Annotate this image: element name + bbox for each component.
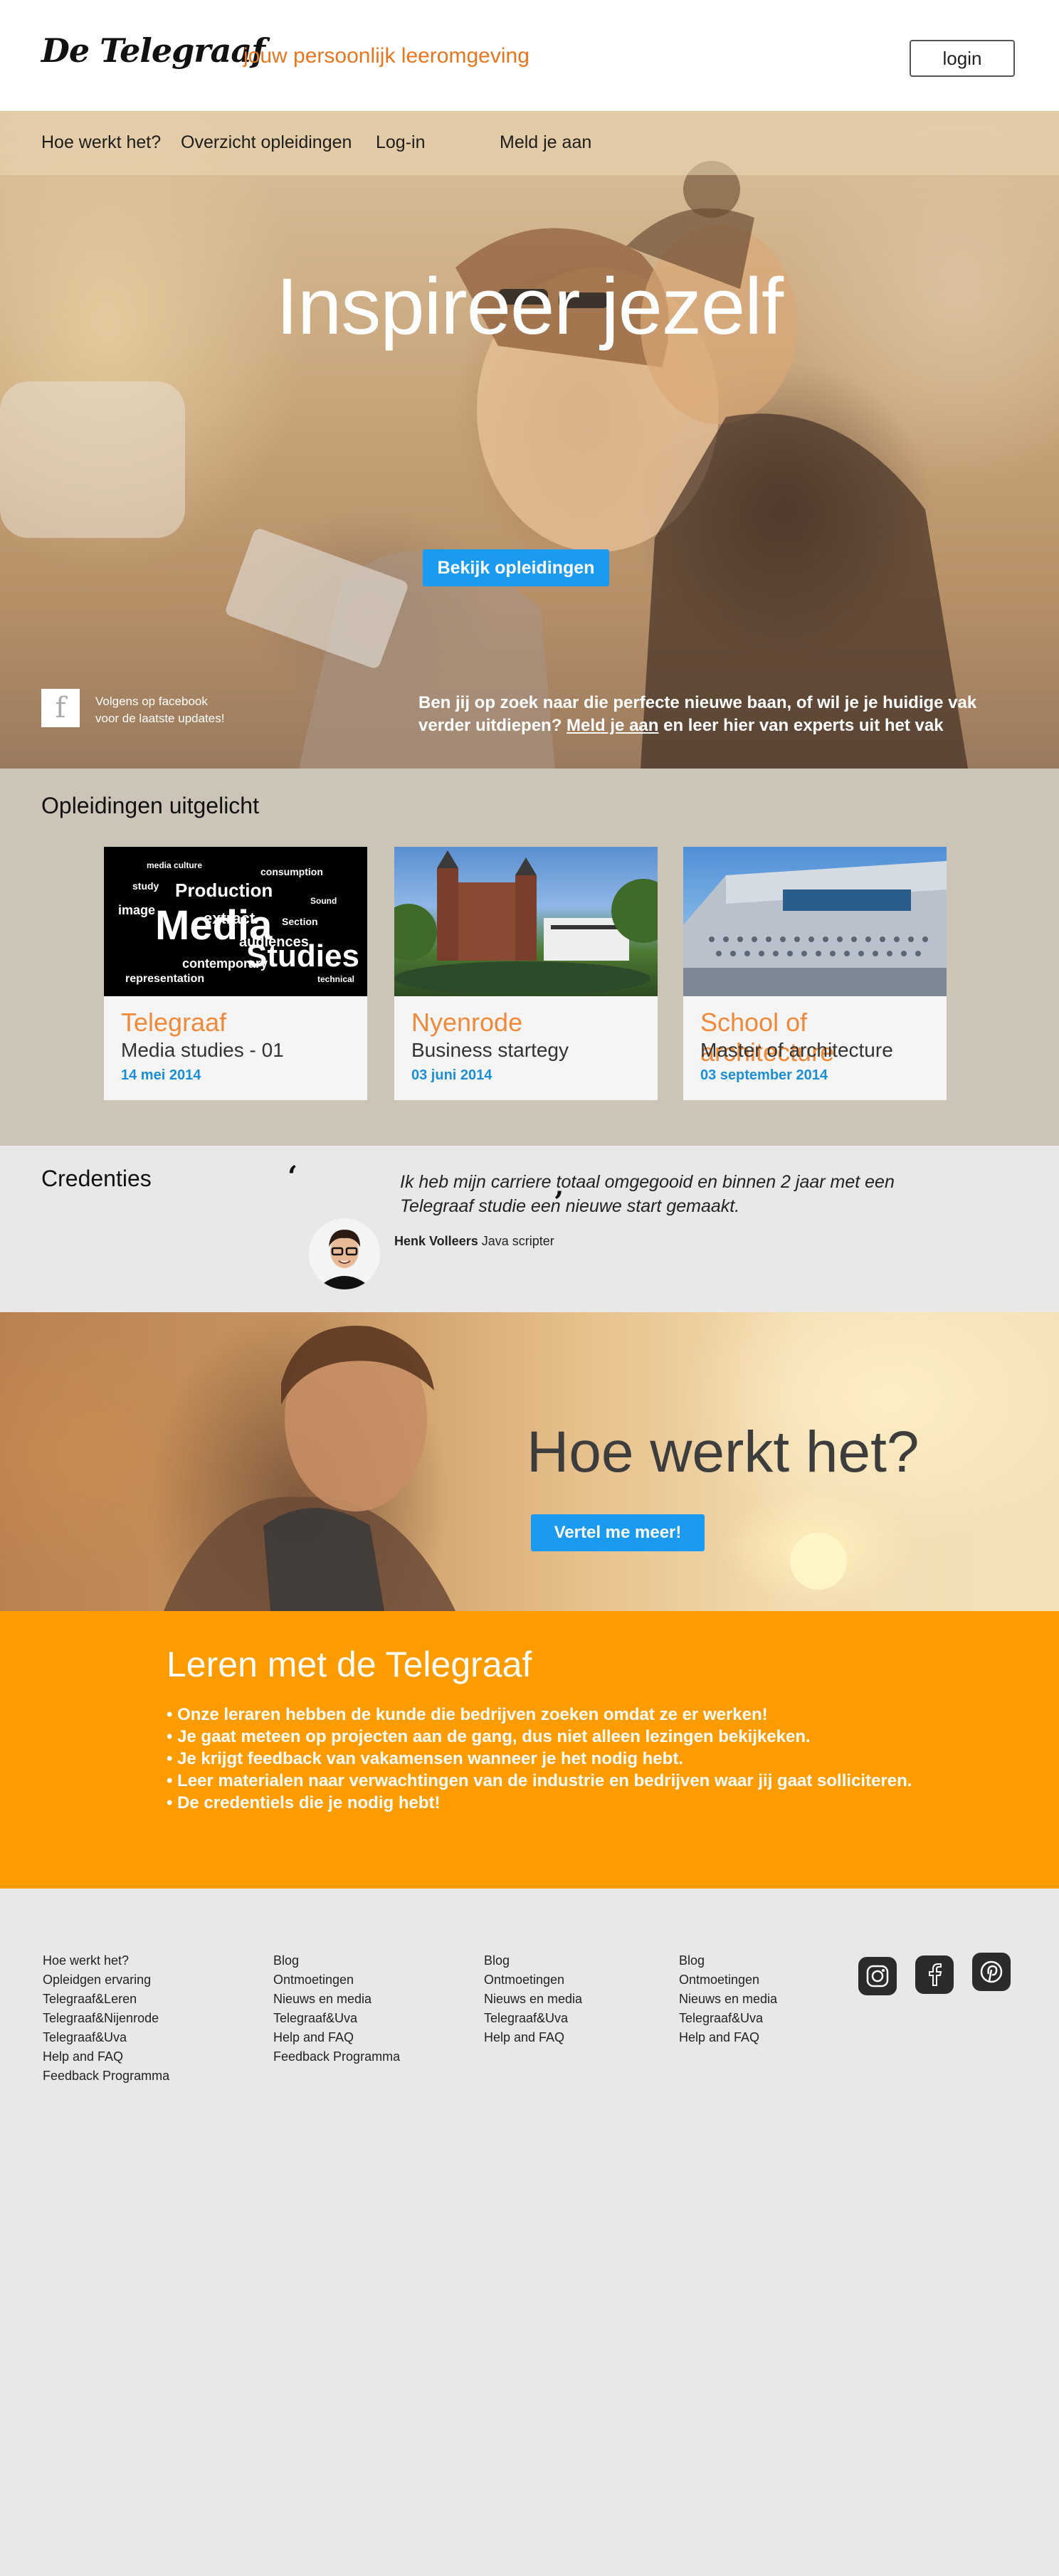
course-card[interactable]: Nyenrode Business startegy 03 juni 2014 bbox=[394, 847, 658, 1100]
tell-me-more-button[interactable]: Vertel me meer! bbox=[531, 1514, 705, 1551]
card-course: Master of architecture bbox=[700, 1039, 893, 1061]
nav-item-hoe-werkt-het[interactable]: Hoe werkt het? bbox=[41, 132, 161, 153]
castle-image bbox=[394, 847, 658, 996]
person-name: Henk Volleers bbox=[394, 1234, 478, 1248]
svg-text:technical: technical bbox=[317, 974, 354, 984]
footer-link[interactable]: Ontmoetingen bbox=[679, 1970, 777, 1990]
facebook-icon[interactable]: f bbox=[41, 689, 80, 727]
footer-link[interactable]: Feedback Programma bbox=[273, 2047, 400, 2066]
facebook-line-1: Volgens op facebook bbox=[95, 695, 208, 708]
svg-text:Section: Section bbox=[282, 916, 318, 927]
view-courses-button[interactable]: Bekijk opleidingen bbox=[423, 549, 609, 586]
facebook-icon[interactable] bbox=[915, 1955, 954, 1994]
credentials-section: Credenties ‘ Ik heb mijn carriere totaal… bbox=[0, 1146, 1059, 1312]
svg-text:image: image bbox=[118, 903, 155, 917]
footer-column-3: Blog Ontmoetingen Nieuws en media Telegr… bbox=[484, 1951, 582, 2047]
footer-column-1: Hoe werkt het? Opleidgen ervaring Telegr… bbox=[43, 1951, 169, 2086]
nav-item-log-in[interactable]: Log-in bbox=[376, 132, 426, 153]
hero-promo-text: Ben jij op zoek naar die perfecte nieuwe… bbox=[418, 692, 1031, 737]
footer-link[interactable]: Help and FAQ bbox=[679, 2028, 777, 2047]
footer-link[interactable]: Telegraaf&Leren bbox=[43, 1990, 169, 2009]
tagline: jouw persoonlijk leeromgeving bbox=[243, 44, 530, 68]
svg-text:audiences: audiences bbox=[239, 934, 309, 950]
nav-item-meld-je-aan[interactable]: Meld je aan bbox=[500, 132, 591, 153]
facebook-follow-text: Volgens op facebook voor de laatste upda… bbox=[95, 693, 252, 727]
list-item: • De credentiels die je nodig hebt! bbox=[167, 1793, 441, 1812]
hero-title: Inspireer jezelf bbox=[275, 262, 784, 351]
building-image bbox=[683, 847, 947, 996]
card-date: 03 juni 2014 bbox=[411, 1067, 492, 1083]
site-logo[interactable]: De Telegraaf bbox=[41, 31, 265, 70]
credentials-title: Credenties bbox=[41, 1166, 152, 1191]
signup-link[interactable]: Meld je aan bbox=[567, 716, 658, 735]
card-course: Media studies - 01 bbox=[121, 1039, 284, 1061]
list-item: • Onze leraren hebben de kunde die bedri… bbox=[167, 1705, 768, 1724]
footer-link[interactable]: Nieuws en media bbox=[484, 1990, 582, 2009]
how-it-works-section: Hoe werkt het? Vertel me meer! bbox=[0, 1312, 1059, 1611]
footer-column-2: Blog Ontmoetingen Nieuws en media Telegr… bbox=[273, 1951, 400, 2066]
footer-link[interactable]: Help and FAQ bbox=[273, 2028, 400, 2047]
close-quote-icon: ’ bbox=[554, 1186, 564, 1219]
footer-link[interactable]: Help and FAQ bbox=[43, 2047, 169, 2066]
card-date: 03 september 2014 bbox=[700, 1067, 828, 1083]
footer-link[interactable]: Feedback Programma bbox=[43, 2066, 169, 2086]
svg-text:extract: extract bbox=[204, 909, 255, 927]
site-header: De Telegraaf jouw persoonlijk leeromgevi… bbox=[0, 0, 1059, 111]
footer-link[interactable]: Telegraaf&Nijenrode bbox=[43, 2009, 169, 2028]
svg-text:representation: representation bbox=[125, 973, 204, 985]
hero-section: Hoe werkt het? Overzicht opleidingen Log… bbox=[0, 111, 1059, 769]
hero-photo bbox=[0, 161, 968, 769]
learn-section: Leren met de Telegraaf • Onze leraren he… bbox=[0, 1611, 1059, 1889]
footer-link[interactable]: Telegraaf&Uva bbox=[484, 2009, 582, 2028]
featured-title: Opleidingen uitgelicht bbox=[41, 793, 259, 818]
nav-item-overzicht-opleidingen[interactable]: Overzicht opleidingen bbox=[181, 132, 352, 153]
list-item: • Je krijgt feedback van vakamensen wann… bbox=[167, 1749, 683, 1768]
open-quote-icon: ‘ bbox=[288, 1160, 297, 1193]
svg-text:study: study bbox=[132, 880, 159, 892]
svg-text:contemporary: contemporary bbox=[182, 956, 268, 971]
card-brand: Telegraaf bbox=[121, 1008, 227, 1037]
course-card[interactable]: Media Studies Production extract audienc… bbox=[104, 847, 367, 1100]
svg-text:media culture: media culture bbox=[147, 860, 202, 870]
testimonial-quote: Ik heb mijn carriere totaal omgegooid en… bbox=[400, 1172, 895, 1216]
svg-text:Sound: Sound bbox=[310, 896, 337, 906]
course-card[interactable]: School of architecture Master of archite… bbox=[683, 847, 947, 1100]
learn-title: Leren met de Telegraaf bbox=[167, 1645, 532, 1684]
facebook-line-2: voor de laatste updates! bbox=[95, 712, 225, 725]
footer-link[interactable]: Telegraaf&Uva bbox=[679, 2009, 777, 2028]
list-item: • Leer materialen naar verwachtingen van… bbox=[167, 1771, 912, 1790]
footer-link[interactable]: Blog bbox=[484, 1951, 582, 1970]
site-footer: Hoe werkt het? Opleidgen ervaring Telegr… bbox=[0, 1889, 1059, 2576]
footer-link[interactable]: Ontmoetingen bbox=[484, 1970, 582, 1990]
main-nav: Hoe werkt het? Overzicht opleidingen Log… bbox=[0, 111, 1059, 175]
person-role: Java scripter bbox=[481, 1234, 554, 1248]
login-button[interactable]: login bbox=[910, 40, 1015, 77]
footer-link[interactable]: Opleidgen ervaring bbox=[43, 1970, 169, 1990]
svg-text:Production: Production bbox=[175, 880, 273, 901]
media-wordcloud-image: Media Studies Production extract audienc… bbox=[104, 847, 367, 996]
footer-link[interactable]: Ontmoetingen bbox=[273, 1970, 400, 1990]
card-course: Business startegy bbox=[411, 1039, 569, 1061]
how-title: Hoe werkt het? bbox=[527, 1420, 920, 1484]
card-date: 14 mei 2014 bbox=[121, 1067, 201, 1083]
svg-text:consumption: consumption bbox=[260, 866, 323, 877]
footer-link[interactable]: Nieuws en media bbox=[679, 1990, 777, 2009]
featured-courses-section: Opleidingen uitgelicht Media Studies Pro… bbox=[0, 769, 1059, 1146]
list-item: • Je gaat meteen op projecten aan de gan… bbox=[167, 1727, 811, 1746]
footer-link[interactable]: Telegraaf&Uva bbox=[43, 2028, 169, 2047]
footer-link[interactable]: Blog bbox=[679, 1951, 777, 1970]
avatar bbox=[309, 1218, 380, 1289]
instagram-icon[interactable] bbox=[858, 1957, 897, 1995]
pinterest-icon[interactable] bbox=[972, 1953, 1011, 1991]
promo-text-after: en leer hier van experts uit het vak bbox=[658, 716, 944, 735]
footer-link[interactable]: Telegraaf&Uva bbox=[273, 2009, 400, 2028]
footer-link[interactable]: Help and FAQ bbox=[484, 2028, 582, 2047]
footer-column-4: Blog Ontmoetingen Nieuws en media Telegr… bbox=[679, 1951, 777, 2047]
testimonial-person: Henk Volleers Java scripter bbox=[394, 1234, 554, 1249]
card-brand: Nyenrode bbox=[411, 1008, 523, 1037]
footer-link[interactable]: Hoe werkt het? bbox=[43, 1951, 169, 1970]
footer-link[interactable]: Nieuws en media bbox=[273, 1990, 400, 2009]
footer-link[interactable]: Blog bbox=[273, 1951, 400, 1970]
learn-benefits-list: • Onze leraren hebben de kunde die bedri… bbox=[167, 1704, 912, 1814]
